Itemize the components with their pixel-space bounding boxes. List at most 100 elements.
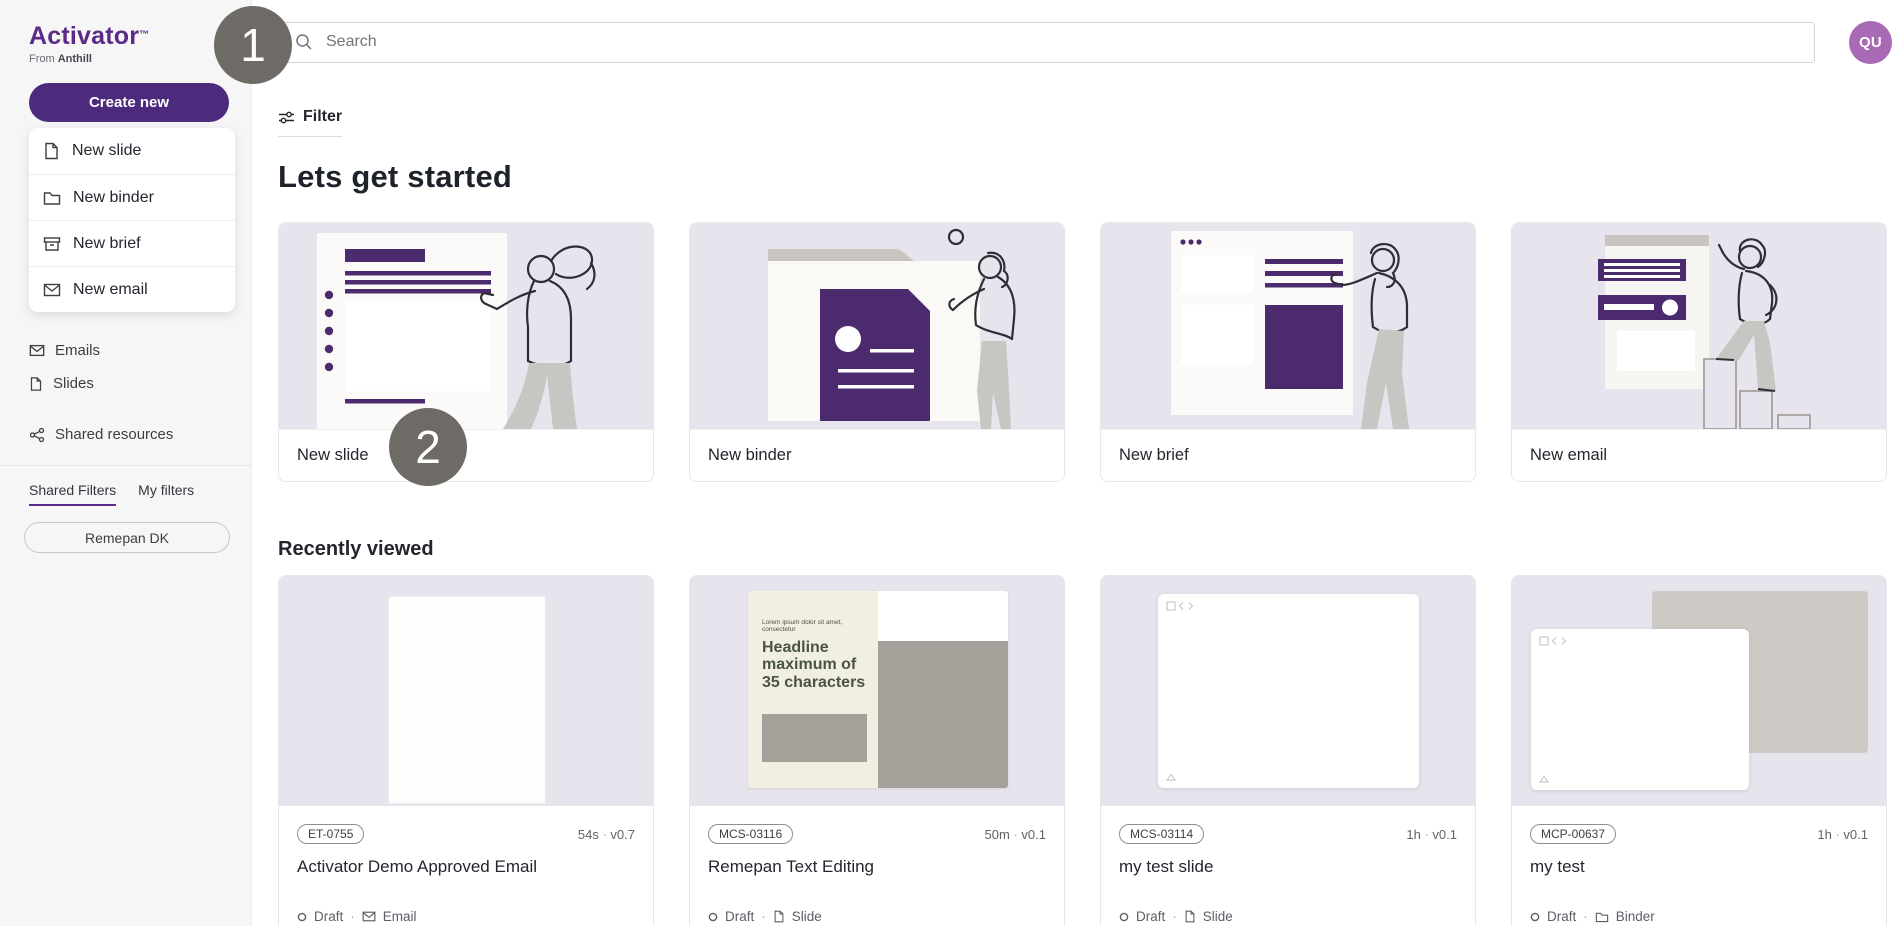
- topbar: QU: [252, 0, 1901, 84]
- page-title: Lets get started: [278, 159, 1901, 195]
- recent-card-test-slide[interactable]: MCS-03114 1h · v0.1 my test slide Draft …: [1100, 575, 1476, 926]
- create-new-button[interactable]: Create new: [29, 83, 229, 122]
- card-title: Remepan Text Editing: [708, 857, 1046, 877]
- new-email-illustration: [1512, 223, 1886, 429]
- file-icon: [1184, 910, 1196, 923]
- thumbnail-toolbar-marks: [1166, 601, 1200, 611]
- sidebar-item-label: Emails: [55, 342, 100, 359]
- card-meta: Draft · Slide: [708, 909, 1046, 924]
- sidebar: Activator™ From Anthill Create new New s…: [0, 0, 252, 926]
- new-brief-illustration: [1101, 223, 1475, 429]
- brand-name: Activator: [29, 22, 139, 50]
- sliders-filter-icon: [278, 110, 295, 125]
- envelope-icon: [29, 344, 45, 357]
- status-draft-icon: [297, 912, 307, 922]
- menu-item-label: New email: [73, 281, 148, 299]
- binder-front-sheet: [1531, 629, 1749, 790]
- annotation-marker-1: 1: [214, 6, 292, 84]
- slide-thumbnail: [1101, 576, 1475, 806]
- sidebar-item-label: Slides: [53, 375, 94, 392]
- id-badge: MCP-00637: [1530, 824, 1616, 844]
- card-footer: ET-0755 54s · v0.7 Activator Demo Approv…: [279, 806, 653, 924]
- status-label: Draft: [314, 909, 343, 924]
- sidebar-item-slides[interactable]: Slides: [0, 367, 251, 400]
- menu-item-new-slide[interactable]: New slide: [29, 128, 235, 174]
- get-started-row: New slide: [278, 222, 1901, 482]
- app-window: Activator™ From Anthill Create new New s…: [0, 0, 1901, 926]
- status-label: Draft: [1547, 909, 1576, 924]
- recent-card-email[interactable]: ET-0755 54s · v0.7 Activator Demo Approv…: [278, 575, 654, 926]
- id-badge: ET-0755: [297, 824, 364, 844]
- card-new-binder[interactable]: New binder: [689, 222, 1065, 482]
- card-meta: Draft · Binder: [1530, 909, 1868, 924]
- slide-preview: [1158, 594, 1419, 788]
- sidebar-item-label: Shared resources: [55, 426, 173, 443]
- binder-thumbnail: [1512, 576, 1886, 806]
- id-badge: MCS-03116: [708, 824, 793, 844]
- card-meta: Draft · Slide: [1119, 909, 1457, 924]
- main-area: QU Filter Lets get started: [252, 0, 1901, 926]
- card-label: New email: [1512, 429, 1886, 481]
- tab-shared-filters[interactable]: Shared Filters: [29, 482, 116, 506]
- recent-card-test-binder[interactable]: MCP-00637 1h · v0.1 my test Draft · Bind…: [1511, 575, 1887, 926]
- status-draft-icon: [708, 912, 718, 922]
- filter-button[interactable]: Filter: [278, 108, 342, 137]
- status-draft-icon: [1119, 912, 1129, 922]
- card-footer: MCS-03116 50m · v0.1 Remepan Text Editin…: [690, 806, 1064, 924]
- card-title: Activator Demo Approved Email: [297, 857, 635, 877]
- sidebar-item-emails[interactable]: Emails: [0, 334, 251, 367]
- type-label: Email: [383, 909, 417, 924]
- card-label: New binder: [690, 429, 1064, 481]
- folder-icon: [1595, 911, 1609, 923]
- recent-card-text-editing[interactable]: Lorem ipsum dolor sit amet, consectetur …: [689, 575, 1065, 926]
- menu-item-label: New brief: [73, 235, 141, 253]
- file-icon: [29, 376, 43, 392]
- thumbnail-corner-mark: [1166, 773, 1176, 781]
- user-avatar[interactable]: QU: [1849, 21, 1892, 64]
- envelope-icon: [362, 911, 376, 922]
- folder-icon: [43, 190, 61, 206]
- sidebar-item-shared-resources[interactable]: Shared resources: [0, 418, 251, 451]
- brand-logo: Activator™ From Anthill: [0, 0, 251, 65]
- thumb-kicker-text: Lorem ipsum dolor sit amet, consectetur: [762, 619, 866, 633]
- menu-item-label: New slide: [72, 142, 141, 160]
- slide-thumbnail: Lorem ipsum dolor sit amet, consectetur …: [690, 576, 1064, 806]
- share-icon: [29, 427, 45, 443]
- type-label: Slide: [1203, 909, 1233, 924]
- card-label: New brief: [1101, 429, 1475, 481]
- card-footer: MCS-03114 1h · v0.1 my test slide Draft …: [1101, 806, 1475, 924]
- email-thumbnail: [279, 576, 653, 806]
- search-icon: [295, 33, 313, 51]
- status-label: Draft: [725, 909, 754, 924]
- trademark-mark: ™: [139, 30, 149, 41]
- menu-item-label: New binder: [73, 189, 154, 207]
- file-icon: [773, 910, 785, 923]
- tab-my-filters[interactable]: My filters: [138, 482, 194, 506]
- thumb-image-placeholder: [762, 714, 867, 762]
- brief-box-icon: [43, 236, 61, 252]
- search-box: [279, 22, 1815, 63]
- new-slide-illustration: [279, 223, 653, 429]
- thumbnail-toolbar-marks: [1539, 636, 1573, 646]
- filter-chip-remepan-dk[interactable]: Remepan DK: [24, 522, 230, 553]
- menu-item-new-binder[interactable]: New binder: [29, 174, 235, 220]
- slide-preview: Lorem ipsum dolor sit amet, consectetur …: [748, 591, 1008, 788]
- card-title: my test slide: [1119, 857, 1457, 877]
- search-input[interactable]: [279, 22, 1815, 63]
- recently-viewed-row: ET-0755 54s · v0.7 Activator Demo Approv…: [278, 575, 1901, 926]
- email-preview-sheet: [388, 596, 546, 804]
- menu-item-new-email[interactable]: New email: [29, 266, 235, 312]
- status-label: Draft: [1136, 909, 1165, 924]
- card-new-email[interactable]: New email: [1511, 222, 1887, 482]
- filter-tabs: Shared Filters My filters: [0, 466, 251, 506]
- envelope-icon: [43, 283, 61, 297]
- id-badge: MCS-03114: [1119, 824, 1204, 844]
- filter-button-label: Filter: [303, 108, 342, 126]
- sidebar-nav: Emails Slides Shared resources: [0, 334, 251, 451]
- type-label: Binder: [1616, 909, 1655, 924]
- card-new-brief[interactable]: New brief: [1100, 222, 1476, 482]
- card-footer: MCP-00637 1h · v0.1 my test Draft · Bind…: [1512, 806, 1886, 924]
- recently-viewed-title: Recently viewed: [278, 538, 1901, 561]
- menu-item-new-brief[interactable]: New brief: [29, 220, 235, 266]
- create-new-menu: New slide New binder New brief New email: [29, 128, 235, 312]
